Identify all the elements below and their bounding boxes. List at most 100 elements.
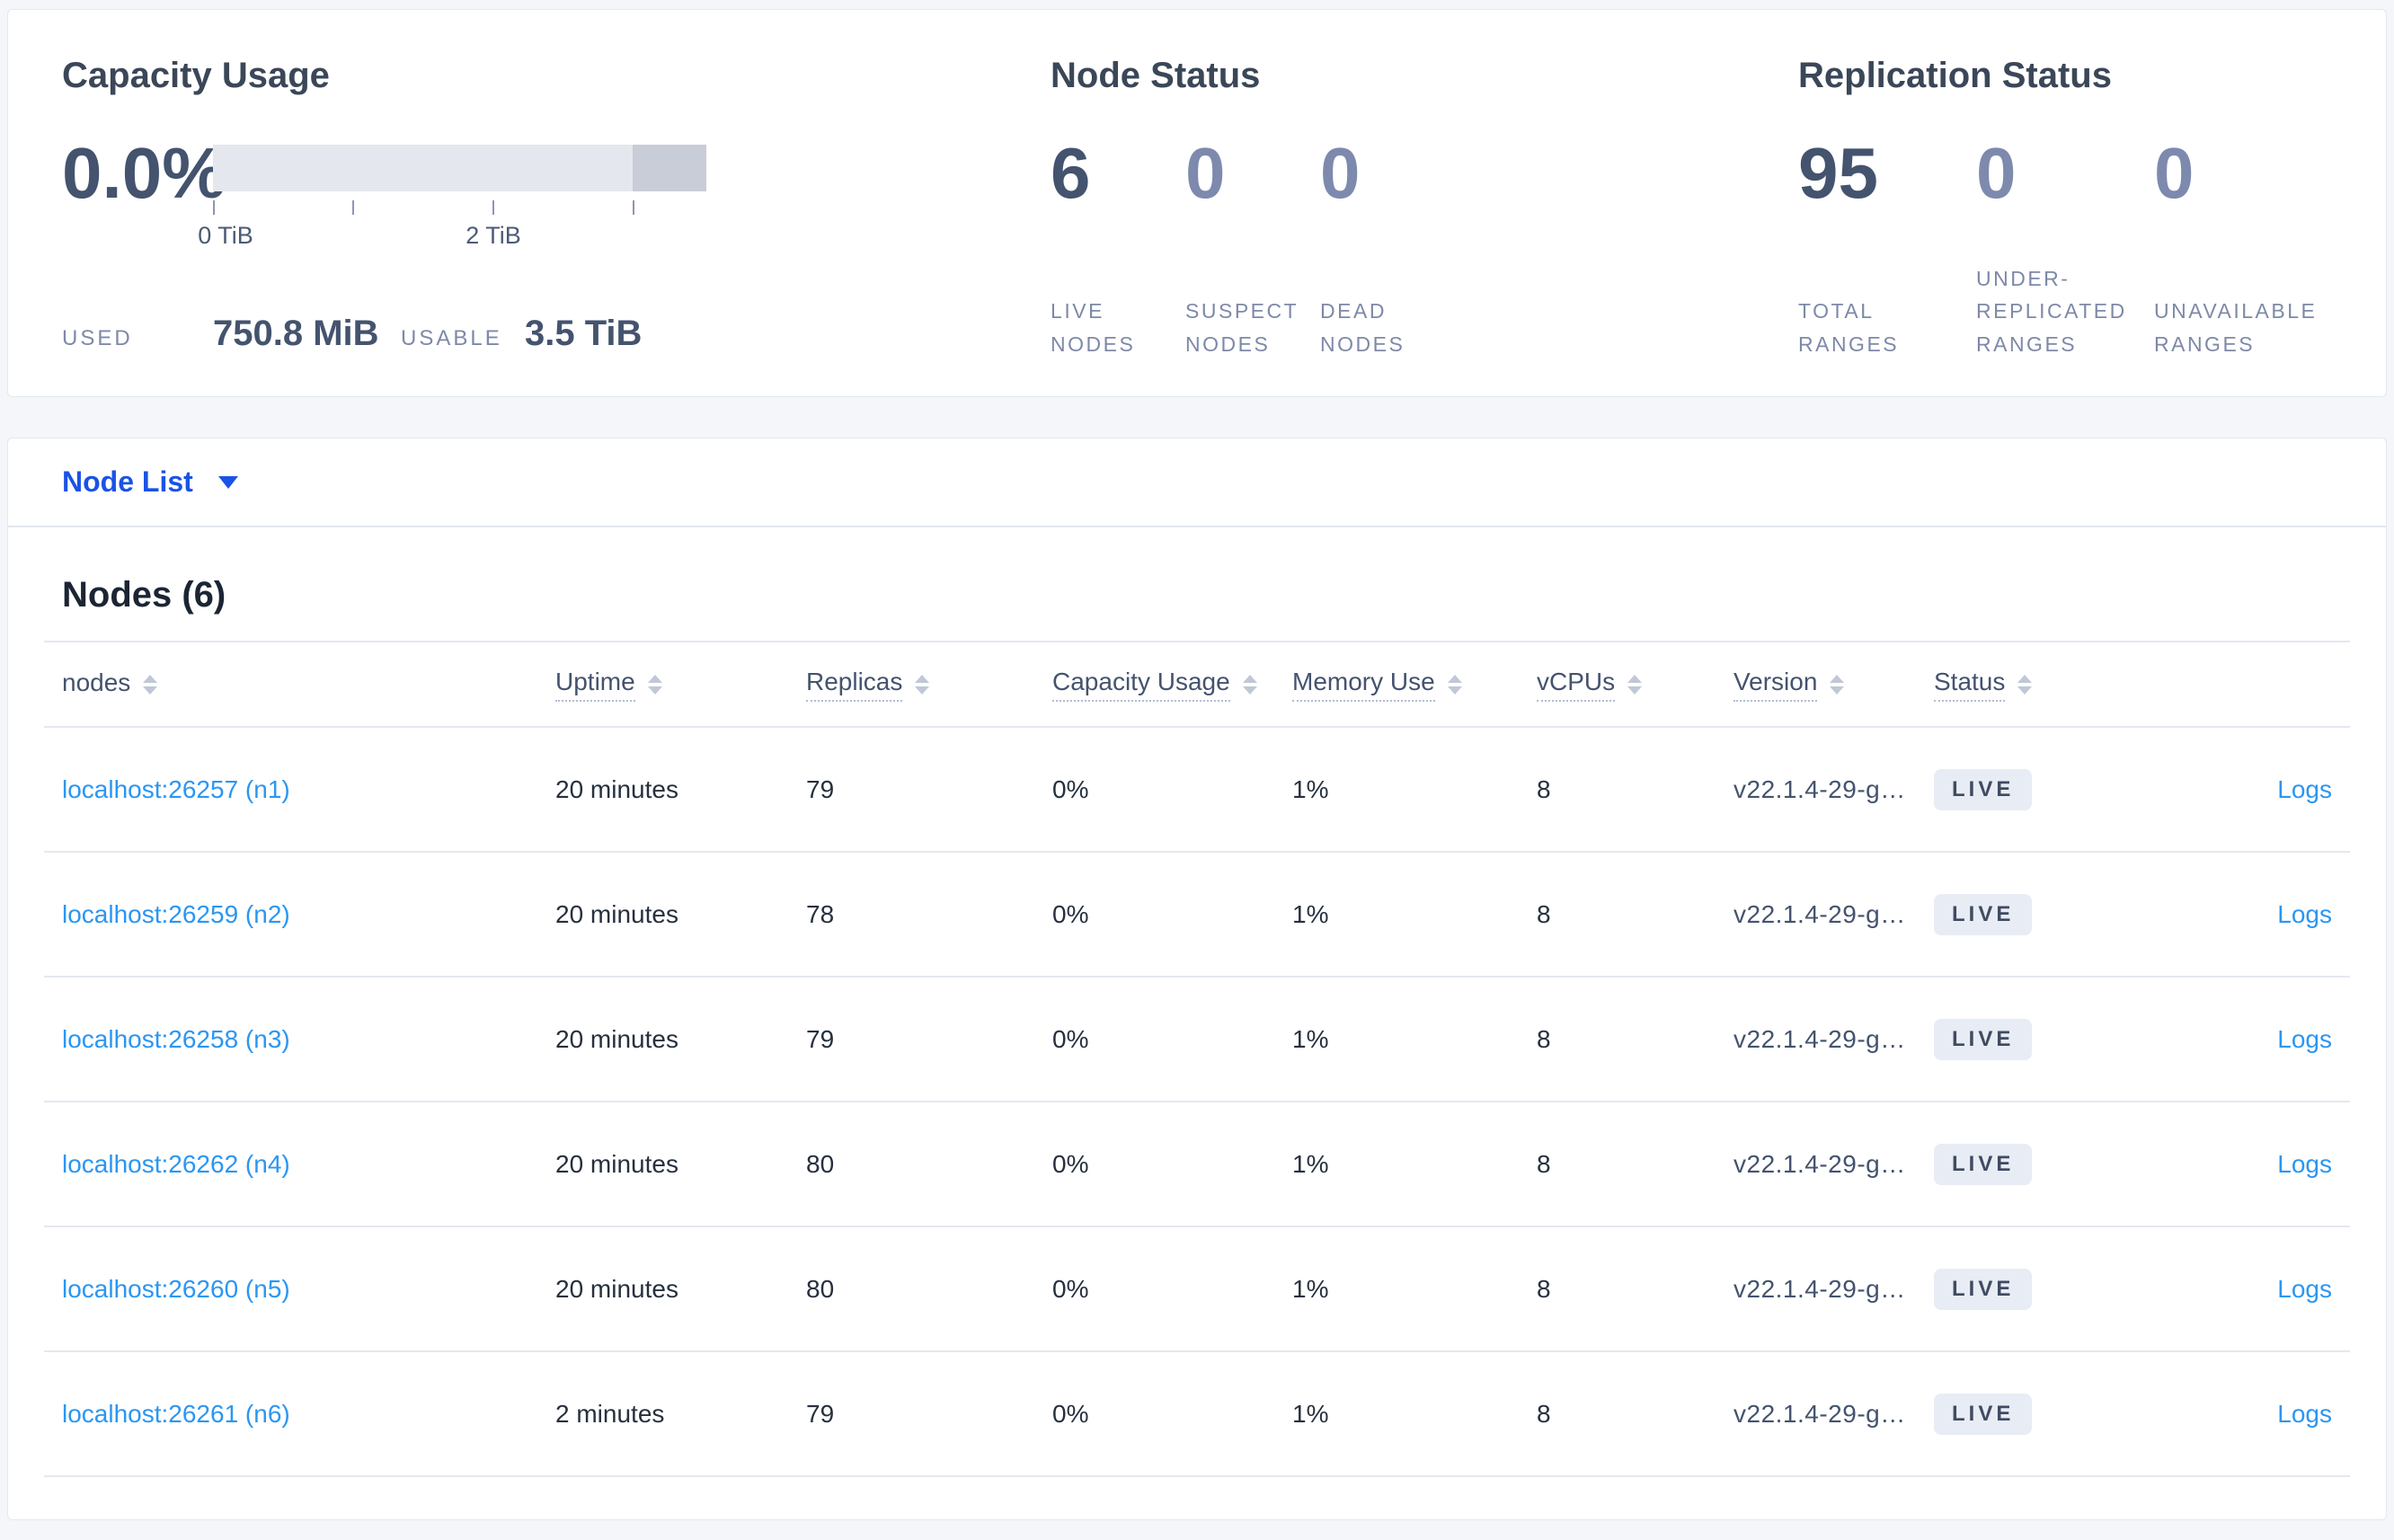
table-row: localhost:26257 (n1) 20 minutes 79 0% 1%…	[44, 728, 2350, 853]
axis-tick	[213, 200, 215, 215]
total-ranges-value: 95	[1798, 133, 1878, 213]
node-list-dropdown[interactable]: Node List	[62, 465, 238, 499]
capacity-percent-value: 0.0%	[62, 133, 226, 213]
unavailable-ranges-label: UNAVAILABLE RANGES	[2154, 299, 2318, 357]
live-nodes-stat: 6 LIVE NODES	[1051, 133, 1185, 361]
capacity-usage-cell: 0%	[1052, 899, 1089, 928]
status-badge: LIVE	[1934, 1143, 2033, 1185]
column-header-memory-use[interactable]: Memory Use	[1292, 668, 1537, 702]
node-status-section: Node Status 6 LIVE NODES 0 SUSPECT NODES…	[1051, 55, 1798, 396]
logs-link[interactable]: Logs	[2277, 775, 2332, 804]
live-nodes-value: 6	[1051, 133, 1091, 213]
column-header-label: Replicas	[806, 668, 903, 702]
uptime-cell: 2 minutes	[555, 1399, 665, 1428]
under-replicated-ranges-stat: 0 UNDER-REPLICATED RANGES	[1976, 133, 2154, 361]
logs-link[interactable]: Logs	[2277, 1150, 2332, 1179]
nodes-table-header: nodes Uptime Replicas Capacity Usage Mem…	[62, 642, 2332, 726]
column-header-label: Capacity Usage	[1052, 668, 1230, 702]
column-header-capacity-usage[interactable]: Capacity Usage	[1052, 668, 1292, 702]
live-nodes-label: LIVE NODES	[1051, 299, 1136, 357]
version-cell: v22.1.4-29-g…	[1733, 774, 1906, 803]
memory-use-cell: 1%	[1292, 1274, 1329, 1303]
capacity-usage-section: Capacity Usage 0.0% 0 TiB 2 TiB USED 750…	[62, 55, 1051, 396]
sort-icon	[143, 674, 158, 695]
uptime-cell: 20 minutes	[555, 899, 678, 928]
uptime-cell: 20 minutes	[555, 774, 678, 803]
capacity-usage-title: Capacity Usage	[62, 56, 330, 95]
version-cell: v22.1.4-29-g…	[1733, 1399, 1906, 1428]
column-header-label: Version	[1733, 668, 1818, 702]
capacity-usage-cell: 0%	[1052, 774, 1089, 803]
uptime-cell: 20 minutes	[555, 1024, 678, 1053]
uptime-cell: 20 minutes	[555, 1274, 678, 1303]
capacity-usage-cell: 0%	[1052, 1024, 1089, 1053]
suspect-nodes-value: 0	[1185, 133, 1226, 213]
column-header-version[interactable]: Version	[1733, 668, 1934, 702]
capacity-usage-cell: 0%	[1052, 1399, 1089, 1428]
axis-tick	[352, 200, 354, 215]
node-link[interactable]: localhost:26260 (n5)	[62, 1275, 290, 1303]
usable-value: 3.5 TiB	[525, 314, 643, 353]
capacity-usage-cell: 0%	[1052, 1149, 1089, 1178]
usable-label: USABLE	[401, 326, 502, 350]
memory-use-cell: 1%	[1292, 899, 1329, 928]
dead-nodes-stat: 0 DEAD NODES	[1320, 137, 1455, 361]
table-row: localhost:26261 (n6) 2 minutes 79 0% 1% …	[44, 1352, 2350, 1477]
vcpus-cell: 8	[1537, 1024, 1551, 1053]
table-row: localhost:26262 (n4) 20 minutes 80 0% 1%…	[44, 1102, 2350, 1227]
status-badge: LIVE	[1934, 1018, 2033, 1060]
sort-icon	[647, 674, 662, 695]
axis-tick	[633, 200, 634, 215]
version-cell: v22.1.4-29-g…	[1733, 899, 1906, 928]
axis-tick-label: 0 TiB	[198, 222, 253, 249]
column-header-uptime[interactable]: Uptime	[555, 668, 806, 702]
used-value: 750.8 MiB	[213, 314, 379, 353]
version-cell: v22.1.4-29-g…	[1733, 1149, 1906, 1178]
node-link[interactable]: localhost:26262 (n4)	[62, 1150, 290, 1178]
under-replicated-ranges-value: 0	[1976, 133, 2017, 213]
version-cell: v22.1.4-29-g…	[1733, 1024, 1906, 1053]
column-header-status[interactable]: Status	[1934, 668, 2149, 702]
nodes-table-card: Nodes (6) nodes Uptime Replicas Capacity…	[7, 527, 2387, 1520]
unavailable-ranges-stat: 0 UNAVAILABLE RANGES	[2154, 137, 2332, 361]
status-badge: LIVE	[1934, 1393, 2033, 1435]
axis-tick	[492, 200, 494, 215]
status-badge: LIVE	[1934, 768, 2033, 810]
suspect-nodes-label: SUSPECT NODES	[1185, 299, 1299, 357]
uptime-cell: 20 minutes	[555, 1149, 678, 1178]
logs-link[interactable]: Logs	[2277, 900, 2332, 929]
replication-status-title: Replication Status	[1798, 56, 2112, 95]
status-badge: LIVE	[1934, 1268, 2033, 1310]
capacity-axis: 0 TiB 2 TiB	[198, 191, 706, 251]
nodes-table-title: Nodes (6)	[62, 575, 226, 615]
node-list-dropdown-label: Node List	[62, 465, 193, 498]
column-header-vcpus[interactable]: vCPUs	[1537, 668, 1733, 702]
replication-status-stats: 95 TOTAL RANGES 0 UNDER-REPLICATED RANGE…	[1798, 133, 2332, 361]
memory-use-cell: 1%	[1292, 1024, 1329, 1053]
dead-nodes-label: DEAD NODES	[1320, 299, 1405, 357]
capacity-bar-reserved-segment	[633, 145, 706, 191]
replicas-cell: 79	[806, 774, 835, 803]
vcpus-cell: 8	[1537, 1274, 1551, 1303]
logs-link[interactable]: Logs	[2277, 1025, 2332, 1054]
cluster-overview-card: Capacity Usage 0.0% 0 TiB 2 TiB USED 750…	[7, 9, 2387, 397]
column-header-replicas[interactable]: Replicas	[806, 668, 1052, 702]
table-row: localhost:26259 (n2) 20 minutes 78 0% 1%…	[44, 853, 2350, 978]
under-replicated-ranges-label: UNDER-REPLICATED RANGES	[1976, 266, 2127, 357]
replicas-cell: 79	[806, 1024, 835, 1053]
total-ranges-label: TOTAL RANGES	[1798, 299, 1900, 357]
node-link[interactable]: localhost:26259 (n2)	[62, 900, 290, 928]
node-status-stats: 6 LIVE NODES 0 SUSPECT NODES 0 DEAD NODE…	[1051, 133, 1798, 361]
status-badge: LIVE	[1934, 893, 2033, 935]
column-header-nodes[interactable]: nodes	[62, 668, 555, 701]
node-link[interactable]: localhost:26261 (n6)	[62, 1400, 290, 1428]
capacity-used-usable-row: USED 750.8 MiB USABLE 3.5 TiB	[62, 314, 1051, 354]
node-link[interactable]: localhost:26258 (n3)	[62, 1025, 290, 1053]
replicas-cell: 80	[806, 1149, 835, 1178]
node-link[interactable]: localhost:26257 (n1)	[62, 775, 290, 803]
replication-status-section: Replication Status 95 TOTAL RANGES 0 UND…	[1798, 55, 2332, 396]
memory-use-cell: 1%	[1292, 1399, 1329, 1428]
capacity-gauge: 0.0% 0 TiB 2 TiB	[62, 133, 1051, 251]
logs-link[interactable]: Logs	[2277, 1275, 2332, 1304]
logs-link[interactable]: Logs	[2277, 1400, 2332, 1429]
